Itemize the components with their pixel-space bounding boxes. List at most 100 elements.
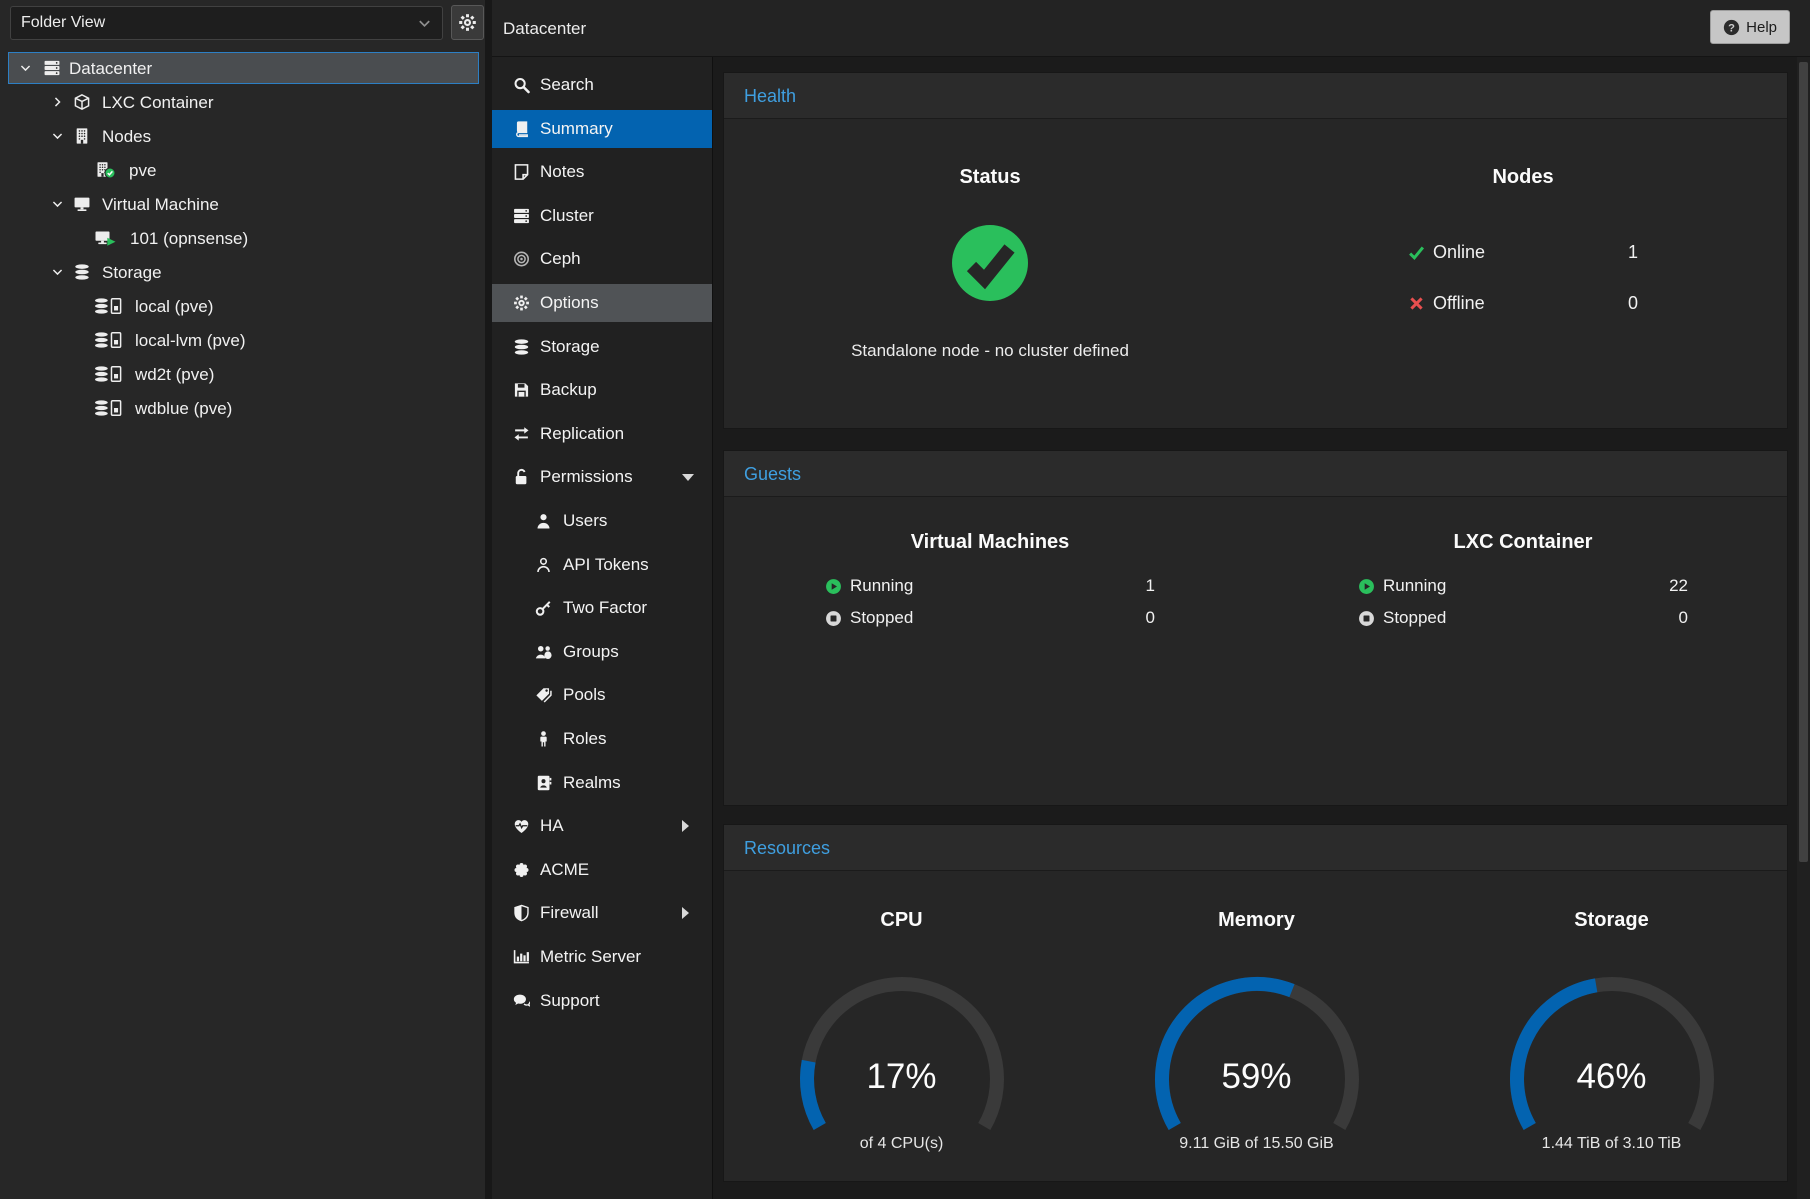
guest-column-virtual-machines: Virtual MachinesRunning1Stopped0	[724, 497, 1256, 805]
nav-item-pools[interactable]: Pools	[492, 676, 712, 714]
heartbeat-icon	[513, 818, 530, 835]
nav-item-label: Summary	[540, 110, 613, 148]
nav-item-permissions[interactable]: Permissions	[492, 458, 712, 496]
tree-item-pve[interactable]: pve	[8, 154, 479, 186]
nav-item-cluster[interactable]: Cluster	[492, 197, 712, 235]
gauge-title: CPU	[724, 909, 1079, 932]
storage-drive-icon	[93, 332, 124, 349]
nav-item-ha[interactable]: HA	[492, 807, 712, 845]
chevron-down-icon[interactable]	[51, 198, 64, 211]
nav-item-backup[interactable]: Backup	[492, 371, 712, 409]
nav-item-label: Permissions	[540, 458, 633, 496]
nav-item-two-factor[interactable]: Two Factor	[492, 589, 712, 627]
status-message: Standalone node - no cluster defined	[724, 341, 1256, 361]
tree-item-local-lvm-pve[interactable]: local-lvm (pve)	[8, 324, 479, 356]
metric-label: Stopped	[1383, 608, 1446, 628]
tree-settings-button[interactable]	[451, 5, 484, 40]
datacenter-nav: Search Summary Notes Cluster Ceph Options Stor…	[492, 57, 712, 1199]
nav-item-label: Users	[563, 502, 607, 540]
view-mode-selector[interactable]: Folder View	[10, 6, 443, 40]
nav-item-label: Cluster	[540, 197, 594, 235]
nav-item-storage[interactable]: Storage	[492, 328, 712, 366]
scrollbar-thumb[interactable]	[1799, 62, 1808, 862]
metric-row-offline: Offline0	[1408, 283, 1638, 323]
gauge-storage: Storage46%1.44 TiB of 3.10 TiB	[1434, 871, 1789, 1181]
metric-label: Running	[1383, 576, 1446, 596]
view-mode-value: Folder View	[21, 14, 105, 32]
chevron-down-icon[interactable]	[19, 62, 32, 75]
chevron-down-icon[interactable]	[51, 130, 64, 143]
stop-circle-icon	[1358, 610, 1375, 627]
tree-item-storage[interactable]: Storage	[8, 256, 479, 288]
tree-item-label: pve	[129, 155, 156, 187]
user-icon	[535, 513, 552, 530]
panel-splitter[interactable]	[485, 0, 492, 1199]
status-heading: Status	[724, 166, 1256, 189]
nav-item-ceph[interactable]: Ceph	[492, 240, 712, 278]
vm-running-icon	[93, 230, 119, 247]
gauge-caption: 1.44 TiB of 3.10 TiB	[1434, 1135, 1789, 1153]
unlock-icon	[513, 469, 530, 486]
nav-item-roles[interactable]: Roles	[492, 720, 712, 758]
metric-row-stopped: Stopped0	[825, 605, 1155, 631]
tree-item-101-opnsense[interactable]: 101 (opnsense)	[8, 222, 479, 254]
nav-item-groups[interactable]: Groups	[492, 633, 712, 671]
guests-panel: Guests Virtual MachinesRunning1Stopped0L…	[723, 450, 1788, 806]
floppy-icon	[513, 382, 530, 399]
tree-item-virtual-machine[interactable]: Virtual Machine	[8, 188, 479, 220]
tree-item-label: local (pve)	[135, 291, 213, 323]
metric-value: 1	[1628, 242, 1638, 263]
tree-item-nodes[interactable]: Nodes	[8, 120, 479, 152]
disks-icon	[73, 264, 91, 281]
play-circle-icon	[1358, 578, 1375, 595]
shield-icon	[513, 905, 530, 922]
tree-item-wdblue-pve[interactable]: wdblue (pve)	[8, 392, 479, 424]
nav-item-notes[interactable]: Notes	[492, 153, 712, 191]
tree-item-wd2t-pve[interactable]: wd2t (pve)	[8, 358, 479, 390]
user-outline-icon	[535, 556, 552, 573]
nav-item-api-tokens[interactable]: API Tokens	[492, 546, 712, 584]
nav-item-summary[interactable]: Summary	[492, 110, 712, 148]
tree-item-label: 101 (opnsense)	[130, 223, 248, 255]
nav-item-support[interactable]: Support	[492, 982, 712, 1020]
building-icon	[73, 128, 91, 145]
storage-icon	[513, 338, 530, 355]
nav-item-metric-server[interactable]: Metric Server	[492, 938, 712, 976]
status-ok-icon	[950, 223, 1030, 303]
gauge-value: 17%	[724, 1057, 1079, 1097]
nav-item-users[interactable]: Users	[492, 502, 712, 540]
question-circle-icon	[1723, 19, 1740, 36]
tree-item-lxc-container[interactable]: LXC Container	[8, 86, 479, 118]
nav-item-acme[interactable]: ACME	[492, 851, 712, 889]
nav-item-label: Pools	[563, 676, 606, 714]
help-button[interactable]: Help	[1710, 10, 1790, 44]
seal-icon	[513, 861, 530, 878]
chevron-down-icon[interactable]	[51, 266, 64, 279]
nav-item-label: Backup	[540, 371, 597, 409]
nav-item-label: Replication	[540, 415, 624, 453]
tree-item-label: Storage	[102, 257, 162, 289]
metric-label: Online	[1433, 242, 1485, 263]
nav-item-replication[interactable]: Replication	[492, 415, 712, 453]
chevron-down-icon	[417, 16, 432, 31]
nav-item-search[interactable]: Search	[492, 66, 712, 104]
tree-item-label: Nodes	[102, 121, 151, 153]
gauge-arc	[1147, 971, 1367, 1139]
chart-icon	[513, 949, 530, 966]
chevron-right-icon[interactable]	[51, 96, 64, 109]
nav-item-options[interactable]: Options	[492, 284, 712, 322]
content-scrollbar[interactable]	[1797, 57, 1810, 1199]
nav-item-label: Two Factor	[563, 589, 647, 627]
gauge-caption: of 4 CPU(s)	[724, 1135, 1079, 1153]
tree-item-local-pve[interactable]: local (pve)	[8, 290, 479, 322]
tree-item-datacenter[interactable]: Datacenter	[8, 52, 479, 84]
address-book-icon	[535, 774, 552, 791]
nav-item-realms[interactable]: Realms	[492, 764, 712, 802]
nav-item-label: Roles	[563, 720, 606, 758]
check-icon	[1408, 244, 1425, 261]
metric-label: Running	[850, 576, 913, 596]
gauge-value: 59%	[1079, 1057, 1434, 1097]
nav-item-firewall[interactable]: Firewall	[492, 894, 712, 932]
nodes-section: Nodes Online1Offline0	[1257, 119, 1789, 428]
resource-tree-panel: Folder View DatacenterLXC ContainerNodes…	[0, 0, 485, 1199]
